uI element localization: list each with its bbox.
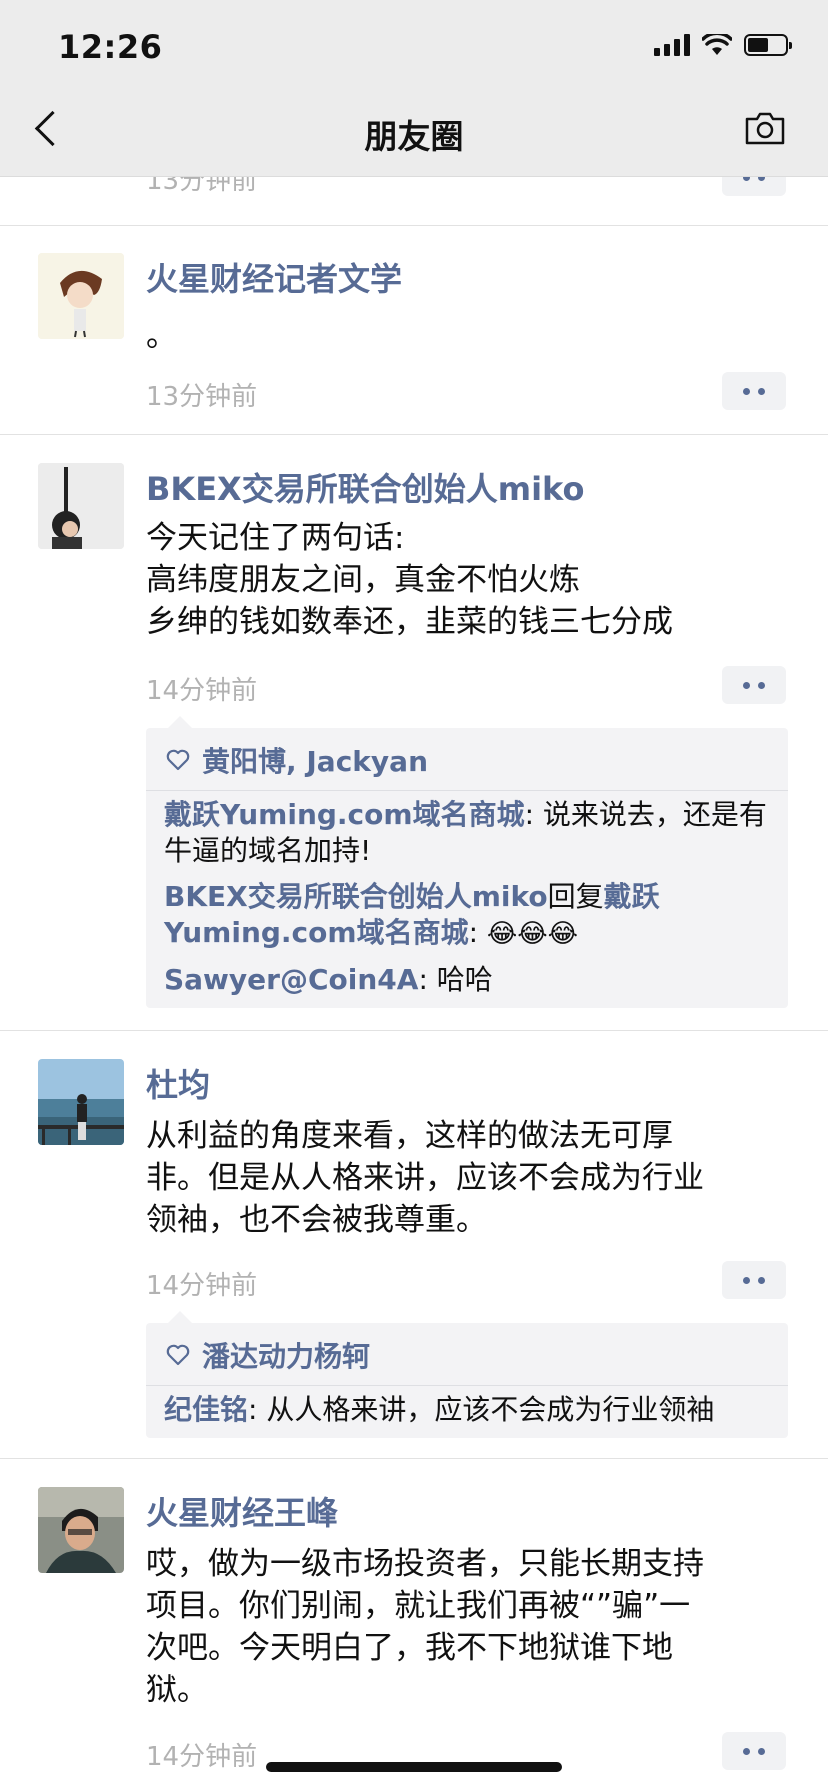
comment-box: 黄阳博, Jackyan 戴跃Yuming.com域名商城: 说来说去，还是有牛… (146, 716, 788, 1008)
status-icons (654, 34, 792, 56)
post-text-line: 乡绅的钱如数奉还，韭菜的钱三七分成 (146, 604, 673, 640)
post-text: 从利益的角度来看，这样的做法无可厚 非。但是从人格来讲，应该不会成为行业 领袖，… (146, 1115, 786, 1241)
comment-item[interactable]: 戴跃Yuming.com域名商城: 说来说去，还是有牛逼的域名加持! (146, 791, 788, 873)
likes-names[interactable]: 黄阳博, Jackyan (202, 740, 428, 780)
comment-box: 潘达动力杨轲 纪佳铭: 从人格来讲，应该不会成为行业领袖 (146, 1311, 788, 1438)
more-dots-icon[interactable] (722, 1261, 786, 1299)
post-text-line: 非。但是从人格来讲，应该不会成为行业 (146, 1160, 704, 1196)
comment-author[interactable]: 纪佳铭 (164, 1393, 248, 1426)
comment-author[interactable]: Sawyer@Coin4A (164, 963, 418, 996)
post-text-line: 次吧。今天明白了，我不下地狱谁下地 (146, 1630, 673, 1666)
post-text-line: 领袖，也不会被我尊重。 (146, 1202, 487, 1238)
post-time: 14分钟前 (146, 676, 258, 706)
post-author-name[interactable]: BKEX交易所联合创始人miko (146, 464, 584, 510)
post-text: 哎，做为一级市场投资者，只能长期支持 项目。你们别闹，就让我们再被“”骗”一 次… (146, 1543, 786, 1711)
avatar[interactable] (38, 253, 124, 339)
divider (0, 1030, 828, 1031)
comment-text: 哈哈 (436, 963, 493, 996)
comment-item[interactable]: 纪佳铭: 从人格来讲，应该不会成为行业领袖 (146, 1386, 788, 1438)
camera-icon[interactable] (744, 110, 786, 146)
navigation-header: 12:26 朋友圈 (0, 0, 828, 177)
battery-icon (744, 34, 792, 56)
divider (0, 1458, 828, 1459)
page-title: 朋友圈 (364, 117, 464, 156)
cellular-signal-icon (654, 34, 690, 56)
avatar[interactable] (38, 1059, 124, 1145)
post-author-name[interactable]: 杜均 (146, 1060, 210, 1106)
avatar[interactable] (38, 1487, 124, 1573)
post-author-name[interactable]: 火星财经记者文学 (146, 254, 402, 300)
likes-row: 潘达动力杨轲 (146, 1323, 788, 1386)
heart-outline-icon (166, 749, 190, 771)
comment-separator: : (418, 963, 437, 996)
post-text-line: 从利益的角度来看，这样的做法无可厚 (146, 1118, 673, 1154)
likes-names[interactable]: 潘达动力杨轲 (202, 1335, 370, 1375)
post-time: 14分钟前 (146, 1742, 258, 1772)
comment-reply-word: 回复 (547, 880, 604, 913)
comment-text: 😂😂😂 (486, 919, 579, 949)
likes-row: 黄阳博, Jackyan (146, 728, 788, 791)
post-text-line: 高纬度朋友之间，真金不怕火炼 (146, 562, 580, 598)
divider (0, 225, 828, 226)
divider (0, 434, 828, 435)
heart-outline-icon (166, 1344, 190, 1366)
post-text-line: 项目。你们别闹，就让我们再被“”骗”一 (146, 1588, 691, 1624)
comment-author[interactable]: 戴跃Yuming.com域名商城 (164, 798, 525, 831)
post-text-line: 哎，做为一级市场投资者，只能长期支持 (146, 1546, 704, 1582)
post-time: 13分钟前 (146, 382, 258, 412)
post-author-name[interactable]: 火星财经王峰 (146, 1488, 338, 1534)
avatar[interactable] (38, 463, 124, 549)
more-dots-icon[interactable] (722, 1732, 786, 1770)
status-time: 12:26 (58, 28, 163, 66)
home-indicator[interactable] (266, 1762, 562, 1772)
post-text: 今天记住了两句话: 高纬度朋友之间，真金不怕火炼 乡绅的钱如数奉还，韭菜的钱三七… (146, 517, 786, 643)
wifi-icon (702, 34, 732, 55)
comment-item[interactable]: Sawyer@Coin4A: 哈哈 (146, 956, 788, 1008)
comment-item[interactable]: BKEX交易所联合创始人miko回复戴跃Yuming.com域名商城: 😂😂😂 (146, 873, 788, 956)
post-text-line: 今天记住了两句话: (146, 520, 405, 556)
post-time: 14分钟前 (146, 1271, 258, 1301)
comment-separator: : (468, 916, 487, 949)
post-text-line: 狱。 (146, 1672, 208, 1708)
more-dots-icon[interactable] (722, 372, 786, 410)
comment-text: 从人格来讲，应该不会成为行业领袖 (266, 1393, 715, 1426)
comment-author[interactable]: BKEX交易所联合创始人miko (164, 880, 548, 913)
post-text: 。 (146, 318, 177, 354)
comment-separator: : (248, 1393, 267, 1426)
more-dots-icon[interactable] (722, 666, 786, 704)
comment-separator: : (524, 798, 543, 831)
